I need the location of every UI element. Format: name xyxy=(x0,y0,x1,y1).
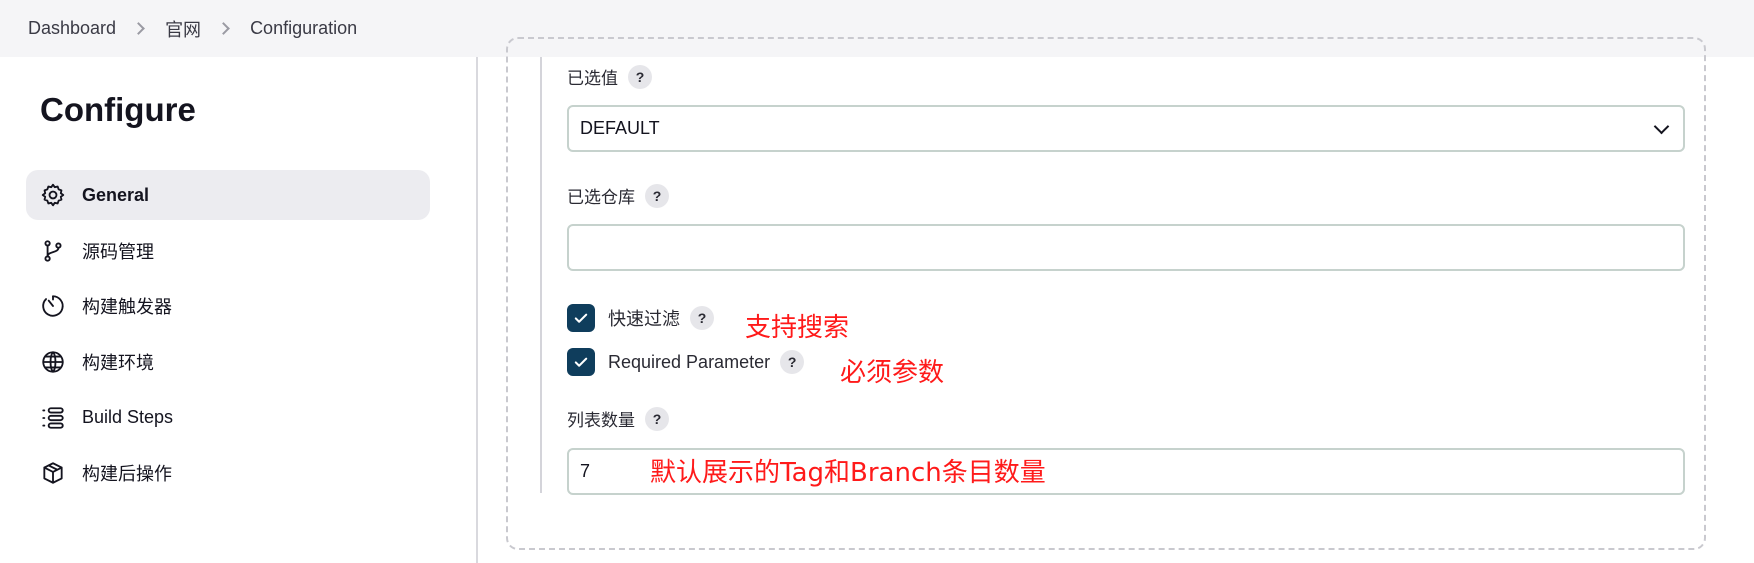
gear-icon xyxy=(40,182,66,208)
branch-icon xyxy=(40,238,66,264)
sidebar-item-build-steps[interactable]: Build Steps xyxy=(26,393,430,443)
required-param-checkbox[interactable] xyxy=(567,348,595,376)
selected-value-text: DEFAULT xyxy=(580,118,660,138)
help-icon[interactable]: ? xyxy=(780,350,805,374)
list-count-label-text: 列表数量 xyxy=(567,411,635,430)
chevron-down-icon xyxy=(1653,118,1670,135)
required-param-label: Required Parameter xyxy=(608,351,771,372)
list-icon xyxy=(40,405,66,431)
list-count-value: 7 xyxy=(580,461,591,481)
timer-icon xyxy=(40,293,66,319)
breadcrumb-configuration[interactable]: Configuration xyxy=(250,18,357,39)
sidebar-item-scm[interactable]: 源码管理 xyxy=(26,226,430,276)
selected-value-label: 已选值 ? xyxy=(567,64,652,89)
sidebar-item-label: 构建后操作 xyxy=(82,464,172,485)
section-divider xyxy=(540,57,542,493)
sidebar-item-label: 源码管理 xyxy=(82,241,154,262)
globe-icon xyxy=(40,349,66,375)
sidebar-item-label: General xyxy=(82,184,150,205)
quick-filter-label: 快速过滤 xyxy=(608,309,680,329)
selected-repo-input[interactable] xyxy=(567,224,1685,271)
sidebar-item-general[interactable]: General xyxy=(26,170,430,220)
sidebar: Configure General 源码管理 构建触发器 构建环境 Build … xyxy=(0,57,478,563)
breadcrumb-dashboard[interactable]: Dashboard xyxy=(28,18,116,39)
annotation-search: 支持搜索 xyxy=(745,313,850,343)
list-count-label: 列表数量 ? xyxy=(567,406,669,431)
sidebar-item-label: 构建环境 xyxy=(82,353,154,374)
help-icon[interactable]: ? xyxy=(645,406,669,431)
quick-filter-checkbox[interactable] xyxy=(567,304,595,332)
selected-value-select[interactable]: DEFAULT xyxy=(567,105,1685,152)
selected-repo-label-text: 已选仓库 xyxy=(567,188,635,207)
annotation-required: 必须参数 xyxy=(840,358,945,388)
check-icon xyxy=(574,313,588,323)
required-param-row: Required Parameter ? xyxy=(567,348,805,376)
help-icon[interactable]: ? xyxy=(645,183,669,208)
quick-filter-row: 快速过滤 ? xyxy=(567,304,714,332)
sidebar-title: Configure xyxy=(40,91,196,128)
chevron-right-icon xyxy=(132,22,145,35)
breadcrumb: Dashboard 官网 Configuration xyxy=(28,0,357,57)
main-content: 已选值 ? DEFAULT 已选仓库 ? 快速过滤 ? 支持搜索 Require… xyxy=(480,37,1754,563)
help-icon[interactable]: ? xyxy=(628,64,652,89)
selected-repo-label: 已选仓库 ? xyxy=(567,183,669,208)
package-icon xyxy=(40,460,66,486)
sidebar-item-label: Build Steps xyxy=(82,407,174,428)
selected-value-label-text: 已选值 xyxy=(567,69,618,88)
breadcrumb-project[interactable]: 官网 xyxy=(165,16,201,42)
sidebar-nav: General 源码管理 构建触发器 构建环境 Build Steps 构建后操… xyxy=(26,170,430,504)
sidebar-item-label: 构建触发器 xyxy=(82,297,172,318)
sidebar-item-triggers[interactable]: 构建触发器 xyxy=(26,281,430,331)
check-icon xyxy=(574,357,588,367)
annotation-count: 默认展示的Tag和Branch条目数量 xyxy=(650,458,1046,488)
sidebar-item-environment[interactable]: 构建环境 xyxy=(26,337,430,387)
help-icon[interactable]: ? xyxy=(690,306,714,330)
chevron-right-icon xyxy=(217,22,230,35)
sidebar-item-post-build[interactable]: 构建后操作 xyxy=(26,448,430,498)
